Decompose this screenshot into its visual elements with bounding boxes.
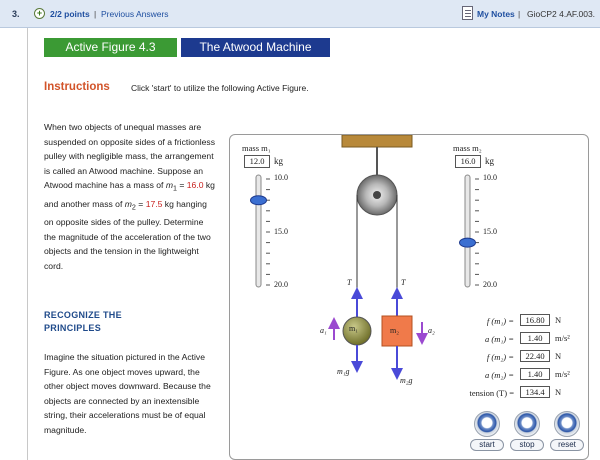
mass-2-label: mass m₂ <box>453 143 482 153</box>
slider-1-ticks <box>266 178 270 286</box>
notes-icon[interactable] <box>462 6 473 20</box>
previous-answers-link[interactable]: Previous Answers <box>101 9 169 19</box>
tension-readout-value: 134.4 <box>520 386 550 398</box>
mass-1-unit: kg <box>274 156 283 166</box>
force-m2-unit: N <box>555 351 562 361</box>
mass-1-input[interactable]: 12.0 <box>244 155 270 168</box>
tension-label-2: T <box>401 278 406 287</box>
plus-icon[interactable]: + <box>34 8 45 19</box>
accel-m2-label: a (m₂) = <box>485 370 514 380</box>
question-number: 3. <box>12 9 20 19</box>
weight-label-1: m₁g <box>337 367 350 376</box>
reset-button-icon[interactable] <box>554 411 580 437</box>
mass-1-label: mass m₁ <box>242 143 271 153</box>
tension-label-1: T <box>347 278 352 287</box>
pulley-hub <box>373 191 381 199</box>
instructions-heading: Instructions <box>44 81 110 93</box>
figure-title-tab: The Atwood Machine <box>181 38 330 57</box>
m1-symbol: m <box>165 180 173 191</box>
stop-button-label[interactable]: stop <box>510 439 544 451</box>
scale-2-top: 10.0 <box>483 173 497 182</box>
atwood-simulation: mass m₁ 12.0 kg mass m₂ 16.0 kg 10.0 15.… <box>229 134 589 460</box>
separator: | <box>94 9 97 19</box>
slider-2-track[interactable] <box>464 174 471 288</box>
equals: = <box>135 198 146 209</box>
force-m1-label: f (m₁) = <box>486 316 514 326</box>
scale-1-mid: 15.0 <box>274 227 288 236</box>
my-notes-link[interactable]: My Notes <box>477 9 515 19</box>
accel-m1-value: 1.40 <box>520 332 550 344</box>
start-button-label[interactable]: start <box>470 439 504 451</box>
scale-1-top: 10.0 <box>274 173 288 182</box>
weight-label-2: m₂g <box>400 376 413 385</box>
mass-2-unit: kg <box>485 156 494 166</box>
tension-readout-unit: N <box>555 387 562 397</box>
slider-1-track[interactable] <box>255 174 262 288</box>
question-header: 3. + 2/2 points | Previous Answers My No… <box>0 0 600 28</box>
accel-m1-unit: m/s² <box>555 333 570 343</box>
desc-text: kg hanging on opposite sides of the pull… <box>44 198 211 271</box>
separator: | <box>518 9 521 19</box>
scale-2-bottom: 20.0 <box>483 280 497 289</box>
tension-readout-label: tension (T) = <box>469 388 514 398</box>
active-figure-tab: Active Figure 4.3 <box>44 38 177 57</box>
scale-2-mid: 15.0 <box>483 227 497 236</box>
problem-description: When two objects of unequal masses are s… <box>44 120 216 273</box>
slider-1-knob[interactable] <box>250 195 267 206</box>
scale-1-bottom: 20.0 <box>274 280 288 289</box>
recognize-heading: RECOGNIZE THE PRINCIPLES <box>44 310 122 333</box>
reset-button[interactable]: reset <box>550 411 584 451</box>
equals: = <box>176 180 187 191</box>
force-m2-label: f (m₂) = <box>486 352 514 362</box>
points-status: 2/2 points <box>50 9 90 19</box>
accel-m2-value: 1.40 <box>520 368 550 380</box>
stop-button-icon[interactable] <box>514 411 540 437</box>
m1-value: 16.0 <box>186 180 204 191</box>
ceiling-support <box>341 135 413 148</box>
m2-value: 17.5 <box>145 198 163 209</box>
slider-2-knob[interactable] <box>459 237 476 248</box>
accel-label-2: a₂ <box>428 326 435 335</box>
accel-m2-unit: m/s² <box>555 369 570 379</box>
start-button-icon[interactable] <box>474 411 500 437</box>
m2-symbol: m <box>124 198 132 209</box>
mass-2-input[interactable]: 16.0 <box>455 155 481 168</box>
force-m2-value: 22.40 <box>520 350 550 362</box>
reset-button-label[interactable]: reset <box>550 439 584 451</box>
question-id: GioCP2 4.AF.003. <box>527 9 596 19</box>
block-2-label: m₂ <box>390 326 400 335</box>
force-m1-unit: N <box>555 315 562 325</box>
accel-label-1: a₁ <box>320 326 327 335</box>
stop-button[interactable]: stop <box>510 411 544 451</box>
recognize-text: Imagine the situation pictured in the Ac… <box>44 352 211 435</box>
force-m1-value: 16.80 <box>520 314 550 326</box>
block-1-label: m₁ <box>349 324 359 333</box>
instructions-text: Click 'start' to utilize the following A… <box>131 83 309 93</box>
start-button[interactable]: start <box>470 411 504 451</box>
accel-m1-label: a (m₁) = <box>485 334 514 344</box>
slider-2-ticks <box>475 178 479 286</box>
